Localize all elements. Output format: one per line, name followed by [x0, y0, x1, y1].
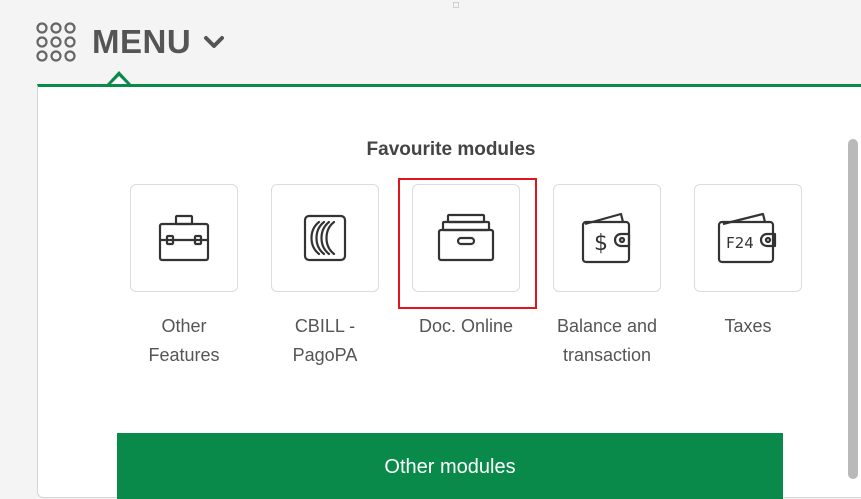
module-cbill-pagopa[interactable]: CBILL - PagoPA	[271, 184, 381, 370]
briefcase-icon	[158, 214, 210, 262]
grid-dots-icon	[36, 22, 76, 62]
top-marker	[453, 2, 459, 8]
archive-box-icon	[437, 213, 495, 262]
module-balance-transaction[interactable]: $ Balance and transaction	[553, 184, 663, 370]
other-modules-button[interactable]: Other modules	[117, 433, 783, 499]
f24-label: F24	[726, 234, 754, 252]
menu-toggle-button[interactable]: MENU	[34, 20, 225, 64]
module-tile[interactable]	[412, 184, 520, 292]
wallet-f24-icon: F24	[717, 212, 777, 264]
cbill-icon	[303, 214, 347, 262]
module-label: CBILL - PagoPA	[292, 316, 358, 365]
chevron-down-icon	[204, 36, 225, 48]
page: MENU Favourite modules Other Features CB…	[0, 0, 861, 499]
wallet-dollar-icon: $	[581, 212, 631, 264]
menu-label: MENU	[92, 23, 192, 60]
favourites-panel: Favourite modules Other Features CBILL -…	[37, 84, 861, 499]
module-label: Other Features	[148, 316, 220, 365]
module-label: Doc. Online	[418, 316, 514, 336]
module-label: Balance and transaction	[556, 316, 658, 365]
module-tile[interactable]	[271, 184, 379, 292]
module-label: Taxes	[724, 316, 772, 336]
module-taxes[interactable]: F24 Taxes	[694, 184, 804, 341]
module-other-features[interactable]: Other Features	[130, 184, 240, 370]
module-doc-online[interactable]: Doc. Online	[412, 184, 522, 341]
module-tile[interactable]: $	[553, 184, 661, 292]
module-tile[interactable]: F24	[694, 184, 802, 292]
dollar-sign: $	[594, 231, 608, 256]
scrollbar[interactable]	[848, 139, 858, 479]
module-tile[interactable]	[130, 184, 238, 292]
